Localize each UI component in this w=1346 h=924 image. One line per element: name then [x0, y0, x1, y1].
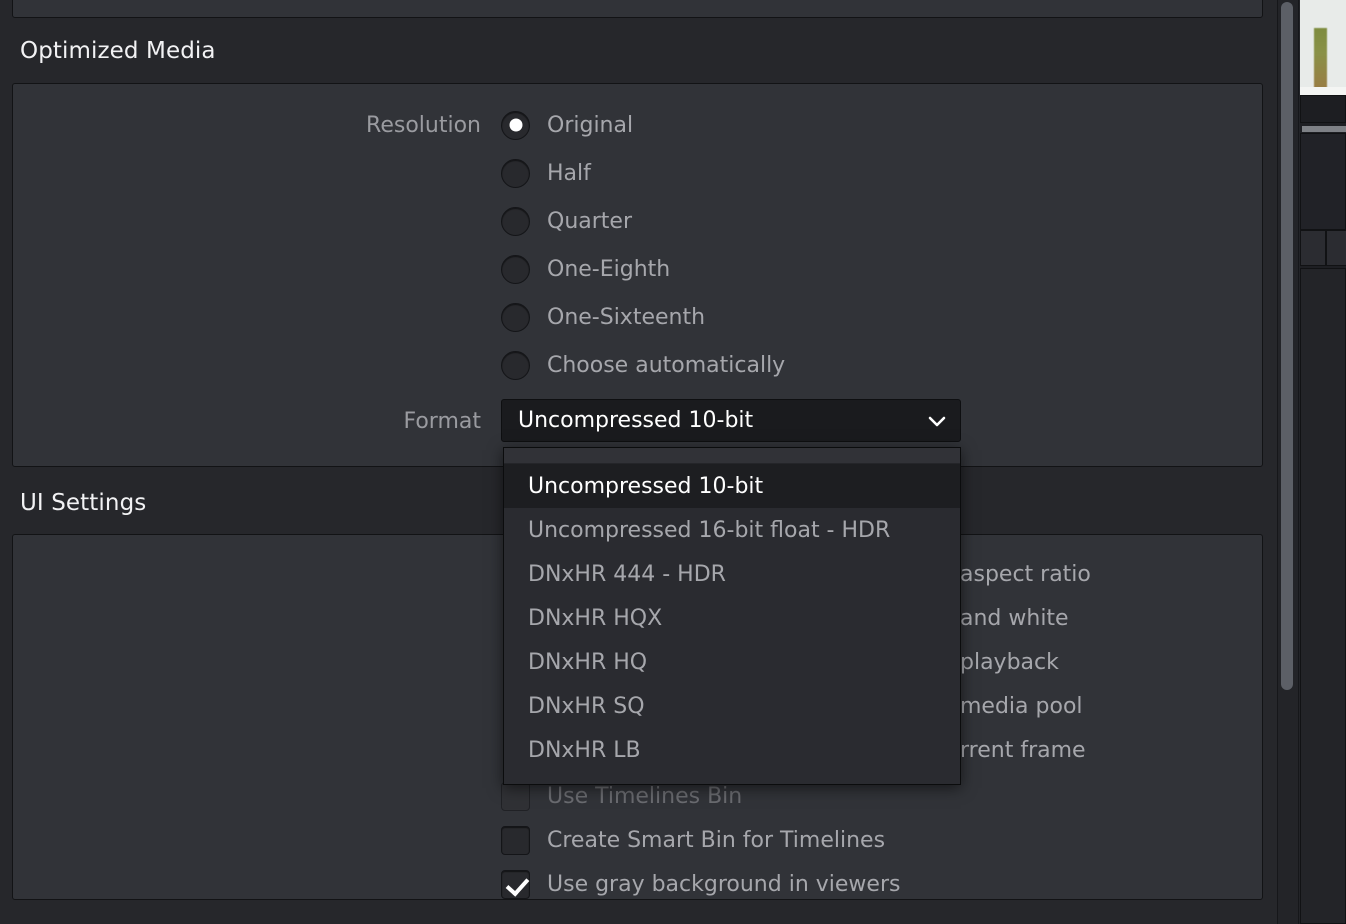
radio-option-half[interactable]: Half [501, 156, 591, 190]
viewer-thumbnail-floor [1300, 87, 1346, 95]
preferences-window: Optimized Media Resolution Original Half… [0, 0, 1346, 924]
radio-indicator-choose-automatically[interactable] [501, 350, 530, 380]
dropdown-item-dnxhr-hq[interactable]: DNxHR HQ [504, 640, 960, 684]
radio-option-choose-automatically[interactable]: Choose automatically [501, 348, 785, 382]
radio-label-original: Original [547, 112, 634, 138]
dropdown-scroll-rail [504, 448, 960, 464]
format-combobox-value: Uncompressed 10-bit [518, 408, 754, 433]
settings-scroll-pane[interactable]: Optimized Media Resolution Original Half… [0, 0, 1277, 924]
radio-label-choose-automatically: Choose automatically [547, 352, 786, 378]
dropdown-item-label: Uncompressed 16-bit float - HDR [528, 517, 891, 543]
format-label: Format [403, 409, 481, 434]
occluded-label-playback: playback [960, 650, 1059, 675]
radio-indicator-one-eighth[interactable] [501, 254, 530, 284]
previous-section-groupbox [12, 0, 1263, 18]
checkbox-create-smart-bin[interactable] [501, 825, 530, 855]
dropdown-item-dnxhr-444-hdr[interactable]: DNxHR 444 - HDR [504, 552, 960, 596]
format-combobox[interactable]: Uncompressed 10-bit [501, 399, 961, 442]
dropdown-item-uncompressed-10-bit[interactable]: Uncompressed 10-bit [504, 464, 960, 508]
dropdown-item-dnxhr-sq[interactable]: DNxHR SQ [504, 684, 960, 728]
chevron-down-icon [924, 408, 950, 434]
viewer-toolbar-strip [1300, 95, 1346, 123]
checkbox-use-timelines-bin [501, 781, 530, 811]
background-app-strip [1300, 0, 1346, 924]
occluded-label-and-white: and white [960, 606, 1069, 631]
dropdown-item-label: DNxHR HQ [528, 649, 648, 675]
radio-indicator-original[interactable] [501, 110, 530, 140]
radio-option-quarter[interactable]: Quarter [501, 204, 632, 238]
dropdown-item-uncompressed-16-bit-float-hdr[interactable]: Uncompressed 16-bit float - HDR [504, 508, 960, 552]
resolution-label: Resolution [366, 113, 481, 138]
occluded-label-media-pool: media pool [960, 694, 1083, 719]
viewer-progress-bar [1302, 126, 1346, 132]
radio-label-quarter: Quarter [547, 208, 632, 234]
background-panel-upper [1300, 133, 1346, 230]
background-panel-tab-right [1326, 230, 1346, 266]
format-dropdown-popup[interactable]: Uncompressed 10-bit Uncompressed 16-bit … [503, 447, 961, 785]
section-header-optimized-media: Optimized Media [20, 38, 216, 64]
checkbox-row-create-smart-bin[interactable]: Create Smart Bin for Timelines [501, 823, 885, 857]
radio-indicator-one-sixteenth[interactable] [501, 302, 530, 332]
radio-indicator-half[interactable] [501, 158, 530, 188]
background-panel-lower [1300, 268, 1346, 924]
radio-option-one-sixteenth[interactable]: One-Sixteenth [501, 300, 705, 334]
dropdown-item-label: DNxHR LB [528, 737, 641, 763]
dropdown-item-dnxhr-hqx[interactable]: DNxHR HQX [504, 596, 960, 640]
viewer-thumbnail-subject [1314, 28, 1327, 90]
background-panel-tab-left [1300, 230, 1326, 266]
checkbox-use-gray-background[interactable] [501, 869, 530, 899]
radio-option-original[interactable]: Original [501, 108, 633, 142]
radio-indicator-quarter[interactable] [501, 206, 530, 236]
dropdown-item-label: DNxHR HQX [528, 605, 663, 631]
vertical-scrollbar-thumb[interactable] [1281, 2, 1293, 690]
checkbox-label-use-timelines-bin: Use Timelines Bin [547, 783, 743, 809]
radio-label-half: Half [547, 160, 591, 186]
radio-option-one-eighth[interactable]: One-Eighth [501, 252, 670, 286]
dropdown-item-label: DNxHR SQ [528, 693, 645, 719]
checkbox-label-use-gray-background: Use gray background in viewers [547, 871, 901, 897]
checkbox-row-use-gray-background[interactable]: Use gray background in viewers [501, 867, 900, 901]
dropdown-item-label: DNxHR 444 - HDR [528, 561, 726, 587]
checkbox-label-create-smart-bin: Create Smart Bin for Timelines [547, 827, 886, 853]
dropdown-item-label: Uncompressed 10-bit [528, 473, 764, 499]
dropdown-item-dnxhr-lb[interactable]: DNxHR LB [504, 728, 960, 772]
section-header-ui-settings: UI Settings [20, 490, 147, 516]
radio-label-one-eighth: One-Eighth [547, 256, 671, 282]
occluded-label-current-frame: rrent frame [960, 738, 1086, 763]
radio-label-one-sixteenth: One-Sixteenth [547, 304, 706, 330]
occluded-label-aspect-ratio: aspect ratio [960, 562, 1091, 587]
viewer-thumbnail [1300, 0, 1346, 95]
